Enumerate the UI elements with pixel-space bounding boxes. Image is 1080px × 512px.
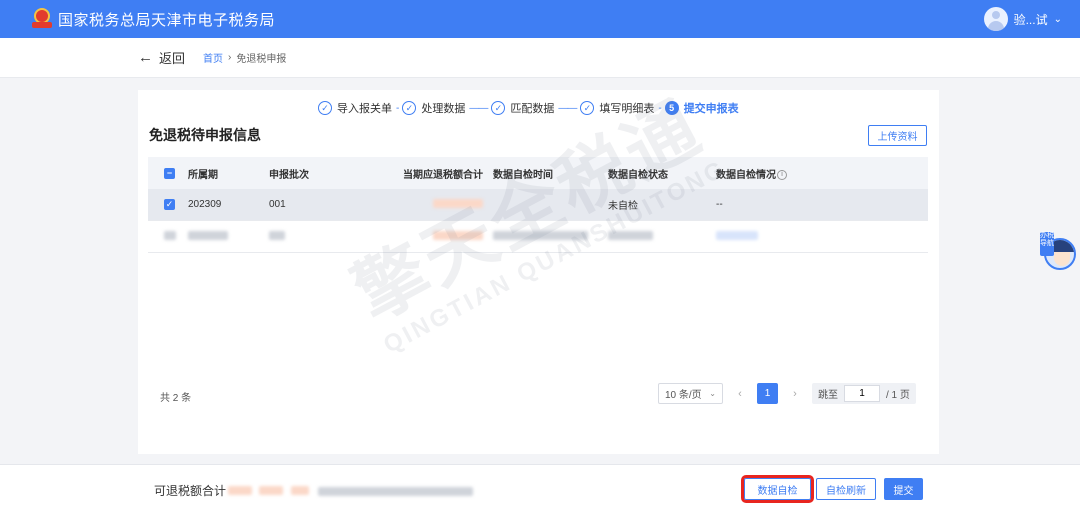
section-title: 免退税待申报信息 <box>149 127 261 143</box>
main-card: ✓ 导入报关单 - ✓ 处理数据 —— ✓ 匹配数据 —— ✓ 填写明细表 - … <box>138 90 939 454</box>
user-avatar-icon[interactable] <box>983 7 1008 31</box>
step-import: ✓ 导入报关单 <box>318 100 392 116</box>
user-name[interactable]: 验...试 <box>1014 11 1048 28</box>
column-header: 申报批次 <box>269 169 309 181</box>
upload-button[interactable]: 上传资料 <box>868 125 927 146</box>
bottom-action-bar: 可退税额合计 数据自检 自检刷新 提交 <box>0 464 1080 512</box>
step-label: 填写明细表 <box>599 103 655 115</box>
step-label: 导入报关单 <box>337 103 392 115</box>
column-header-detail: 数据自检情况 i <box>716 166 896 181</box>
page-size-select[interactable]: 10 条/页 ⌄ <box>658 383 723 404</box>
column-header: 所属期 <box>188 169 218 181</box>
data-self-check-button[interactable]: 数据自检 <box>741 475 814 503</box>
table-row[interactable]: ✓ 202309 001 未自检 -- <box>148 189 928 221</box>
row-checkbox[interactable]: ✓ <box>164 199 175 210</box>
chevron-down-icon[interactable]: ⌄ <box>1054 14 1062 25</box>
tax-emblem-icon <box>32 8 52 30</box>
breadcrumb-home-link[interactable]: 首页 <box>203 50 223 65</box>
refund-sum-label: 可退税额合计 <box>154 484 227 498</box>
cell-status: 未自检 <box>608 201 638 212</box>
site-title: 国家税务总局天津市电子税务局 <box>58 11 276 29</box>
check-circle-icon: ✓ <box>318 101 332 115</box>
step-submit: 5 提交申报表 <box>664 100 739 116</box>
breadcrumb-current: 免退税申报 <box>236 54 287 65</box>
step-fill: ✓ 填写明细表 <box>580 100 654 116</box>
cell-batch: 001 <box>269 199 286 210</box>
pagination: 10 条/页 ⌄ ‹ 1 › 跳至 / 1 页 <box>658 383 916 404</box>
step-connector: —— <box>558 102 577 114</box>
jump-to-page: 跳至 / 1 页 <box>812 383 916 404</box>
step-match: ✓ 匹配数据 <box>491 100 554 116</box>
page-number-current[interactable]: 1 <box>757 383 778 404</box>
refund-sum-redacted <box>228 484 309 498</box>
breadcrumb: 首页 › 免退税申报 <box>203 50 286 65</box>
cell-detail: -- <box>716 199 723 210</box>
cell-amount-redacted <box>369 198 493 211</box>
step-number-badge: 5 <box>664 101 679 115</box>
select-all-checkbox[interactable]: − <box>164 167 175 179</box>
breadcrumb-bar: ← 返回 首页 › 免退税申报 <box>0 38 1080 78</box>
prev-page-icon[interactable]: ‹ <box>733 388 747 400</box>
total-pages: / 1 页 <box>886 390 910 401</box>
jump-page-input[interactable] <box>844 385 880 402</box>
chevron-down-icon[interactable]: ⌄ <box>709 389 716 398</box>
user-menu[interactable]: 验...试 ⌄ <box>983 7 1062 31</box>
next-page-icon[interactable]: › <box>788 388 802 400</box>
self-check-refresh-button[interactable]: 自检刷新 <box>816 478 876 500</box>
jump-label: 跳至 <box>818 390 838 401</box>
check-circle-icon: ✓ <box>491 101 506 115</box>
step-connector: - <box>396 102 400 114</box>
breadcrumb-separator: › <box>228 52 232 63</box>
step-connector: —— <box>469 102 488 114</box>
tax-assistant-mascot[interactable]: 办税导航 <box>1040 232 1080 272</box>
column-header: 数据自检时间 <box>493 169 553 181</box>
total-count: 共 2 条 <box>160 393 192 404</box>
page-size-value[interactable]: 10 条/页 <box>665 386 702 401</box>
table-header: − 所属期 申报批次 当期应退税额合计 数据自检时间 数据自检状态 数据自检情况… <box>148 157 928 189</box>
check-circle-icon: ✓ <box>402 101 417 115</box>
declaration-table: − 所属期 申报批次 当期应退税额合计 数据自检时间 数据自检状态 数据自检情况… <box>148 157 928 253</box>
top-bar: 国家税务总局天津市电子税务局 验...试 ⌄ <box>0 0 1080 38</box>
column-header: 数据自检状态 <box>608 169 668 181</box>
column-header: 数据自检情况 <box>716 169 776 181</box>
back-label[interactable]: 返回 <box>159 48 185 67</box>
step-label: 匹配数据 <box>510 103 555 115</box>
table-row-redacted[interactable] <box>148 221 928 253</box>
step-label: 提交申报表 <box>683 103 739 115</box>
progress-steps: ✓ 导入报关单 - ✓ 处理数据 —— ✓ 匹配数据 —— ✓ 填写明细表 - … <box>318 100 739 116</box>
mascot-tag[interactable]: 办税导航 <box>1040 232 1054 256</box>
step-process: ✓ 处理数据 <box>402 100 465 116</box>
step-label: 处理数据 <box>421 103 466 115</box>
info-icon[interactable]: i <box>777 169 787 180</box>
submit-button[interactable]: 提交 <box>884 478 923 500</box>
refund-detail-redacted <box>318 485 473 499</box>
step-connector: - <box>658 102 662 114</box>
cell-period: 202309 <box>188 199 222 210</box>
back-button[interactable]: ← 返回 <box>138 48 185 67</box>
column-header: 当期应退税额合计 <box>403 169 483 181</box>
arrow-left-icon[interactable]: ← <box>138 49 153 66</box>
check-circle-icon: ✓ <box>580 101 595 115</box>
